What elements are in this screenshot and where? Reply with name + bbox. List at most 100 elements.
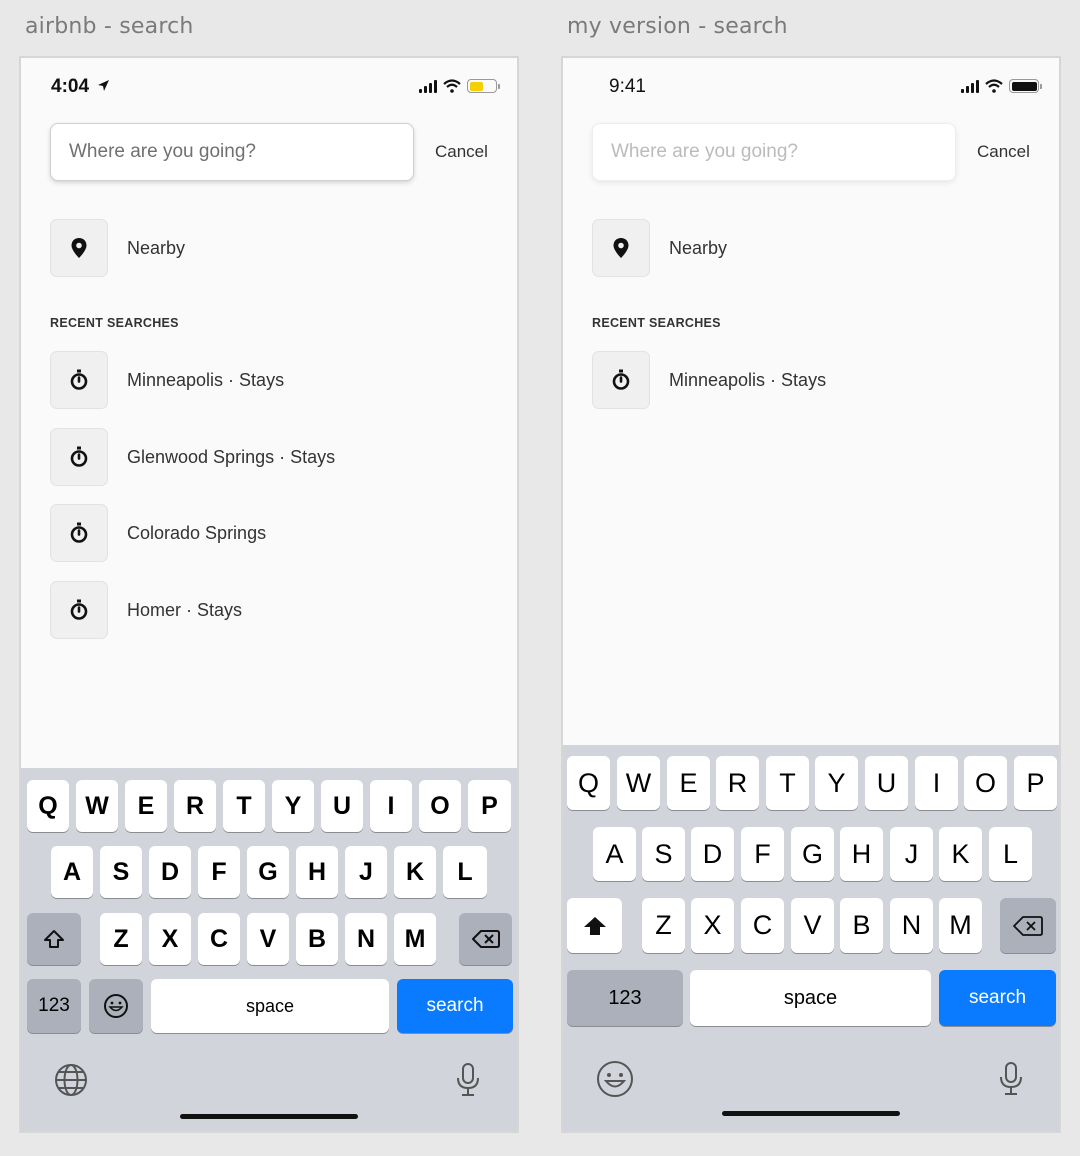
key-h[interactable]: H — [840, 827, 883, 881]
recent-history-icon — [70, 369, 88, 390]
home-indicator[interactable] — [722, 1111, 900, 1116]
shift-key[interactable] — [27, 913, 81, 965]
key-p[interactable]: P — [468, 780, 511, 832]
cancel-button[interactable]: Cancel — [435, 142, 488, 162]
key-p[interactable]: P — [1014, 756, 1057, 810]
delete-key[interactable] — [1000, 898, 1056, 953]
key-w[interactable]: W — [76, 780, 118, 832]
key-h[interactable]: H — [296, 846, 338, 898]
key-v[interactable]: V — [791, 898, 834, 953]
key-o[interactable]: O — [964, 756, 1007, 810]
key-j[interactable]: J — [890, 827, 933, 881]
globe-icon[interactable] — [54, 1063, 88, 1097]
key-l[interactable]: L — [443, 846, 487, 898]
search-key[interactable]: search — [397, 979, 513, 1033]
search-input[interactable]: Where are you going? — [50, 123, 414, 181]
recent-item[interactable]: Minneapolis · Stays — [50, 351, 284, 409]
key-o[interactable]: O — [419, 780, 461, 832]
key-r[interactable]: R — [174, 780, 216, 832]
key-c[interactable]: C — [198, 913, 240, 965]
nearby-label: Nearby — [669, 237, 728, 258]
recent-label: Glenwood Springs · Stays — [127, 446, 336, 467]
key-a[interactable]: A — [593, 827, 636, 881]
key-t[interactable]: T — [766, 756, 809, 810]
key-d[interactable]: D — [149, 846, 191, 898]
recent-tile — [50, 581, 108, 639]
search-placeholder: Where are you going? — [611, 141, 798, 162]
key-u[interactable]: U — [321, 780, 363, 832]
key-y[interactable]: Y — [272, 780, 314, 832]
nearby-tile — [592, 219, 650, 277]
key-e[interactable]: E — [125, 780, 167, 832]
key-g[interactable]: G — [791, 827, 834, 881]
key-f[interactable]: F — [198, 846, 240, 898]
key-z[interactable]: Z — [100, 913, 142, 965]
key-l[interactable]: L — [989, 827, 1032, 881]
key-j[interactable]: J — [345, 846, 387, 898]
microphone-icon[interactable] — [454, 1062, 482, 1098]
key-d[interactable]: D — [691, 827, 734, 881]
key-k[interactable]: K — [939, 827, 982, 881]
key-w[interactable]: W — [617, 756, 660, 810]
search-key[interactable]: search — [939, 970, 1056, 1026]
battery-icon — [1009, 79, 1042, 93]
recent-history-icon — [70, 446, 88, 467]
recent-item[interactable]: Minneapolis · Stays — [592, 351, 826, 409]
key-b[interactable]: B — [840, 898, 883, 953]
key-z[interactable]: Z — [642, 898, 685, 953]
key-f[interactable]: F — [741, 827, 784, 881]
microphone-icon[interactable] — [997, 1061, 1025, 1097]
phone-my-version: 9:41 Where are you going? Cancel Nearby … — [561, 56, 1061, 1133]
recent-item[interactable]: Homer · Stays — [50, 581, 242, 639]
shift-key[interactable] — [567, 898, 622, 953]
key-x[interactable]: X — [691, 898, 734, 953]
caption-my-version: my version - search — [567, 14, 788, 39]
key-q[interactable]: Q — [567, 756, 610, 810]
key-c[interactable]: C — [741, 898, 784, 953]
nearby-row[interactable]: Nearby — [592, 219, 727, 277]
recent-tile — [50, 351, 108, 409]
key-s[interactable]: S — [642, 827, 685, 881]
emoji-icon[interactable] — [596, 1060, 634, 1098]
key-i[interactable]: I — [370, 780, 412, 832]
key-v[interactable]: V — [247, 913, 289, 965]
key-t[interactable]: T — [223, 780, 265, 832]
key-i[interactable]: I — [915, 756, 958, 810]
key-k[interactable]: K — [394, 846, 436, 898]
home-indicator[interactable] — [180, 1114, 358, 1119]
key-n[interactable]: N — [890, 898, 933, 953]
key-y[interactable]: Y — [815, 756, 858, 810]
space-key[interactable]: space — [151, 979, 389, 1033]
space-key[interactable]: space — [690, 970, 931, 1026]
key-s[interactable]: S — [100, 846, 142, 898]
key-e[interactable]: E — [667, 756, 710, 810]
key-x[interactable]: X — [149, 913, 191, 965]
nearby-row[interactable]: Nearby — [50, 219, 185, 277]
numbers-key[interactable]: 123 — [27, 979, 81, 1033]
recent-item[interactable]: Colorado Springs — [50, 504, 266, 562]
key-m[interactable]: M — [394, 913, 436, 965]
caption-airbnb: airbnb - search — [25, 14, 194, 39]
status-bar: 9:41 — [563, 58, 1059, 118]
key-q[interactable]: Q — [27, 780, 69, 832]
recent-label: Colorado Springs — [127, 522, 267, 543]
key-g[interactable]: G — [247, 846, 289, 898]
key-b[interactable]: B — [296, 913, 338, 965]
key-r[interactable]: R — [716, 756, 759, 810]
signal-icon — [961, 79, 979, 93]
search-input[interactable]: Where are you going? — [592, 123, 956, 181]
key-u[interactable]: U — [865, 756, 908, 810]
emoji-key[interactable] — [89, 979, 143, 1033]
signal-icon — [419, 79, 437, 93]
location-pin-icon — [71, 238, 87, 258]
cancel-button[interactable]: Cancel — [977, 142, 1030, 162]
section-title-recent: RECENT SEARCHES — [50, 316, 179, 330]
recent-label: Minneapolis · Stays — [127, 369, 285, 390]
key-a[interactable]: A — [51, 846, 93, 898]
key-n[interactable]: N — [345, 913, 387, 965]
numbers-key[interactable]: 123 — [567, 970, 683, 1026]
recent-item[interactable]: Glenwood Springs · Stays — [50, 428, 335, 486]
key-m[interactable]: M — [939, 898, 982, 953]
delete-key[interactable] — [459, 913, 512, 965]
emoji-icon — [104, 994, 128, 1018]
